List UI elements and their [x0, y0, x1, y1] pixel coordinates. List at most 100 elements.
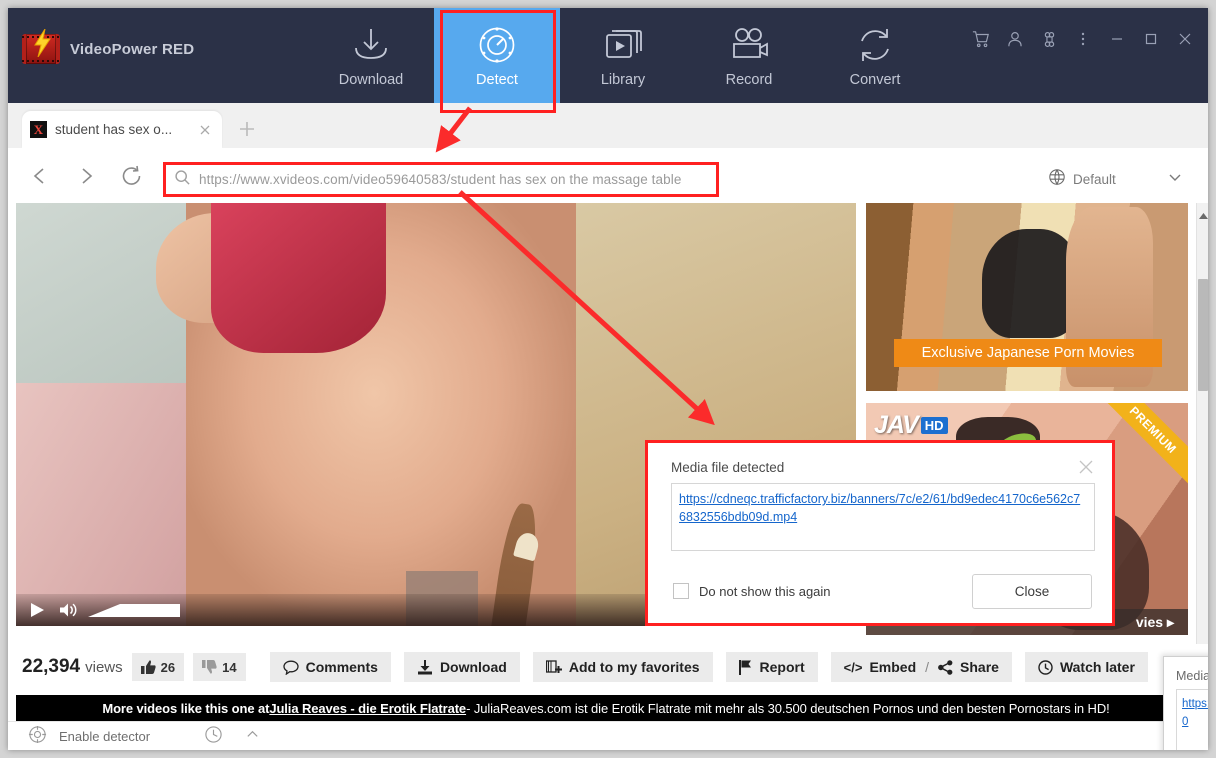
corner-popup-url-box[interactable]: https://c 2ffa0d0 — [1176, 689, 1208, 750]
dislike-count: 14 — [222, 659, 237, 675]
do-not-show-again-row[interactable]: Do not show this again — [673, 583, 831, 599]
volume-slider[interactable] — [88, 603, 180, 617]
dialog-close-icon[interactable] — [1076, 457, 1096, 477]
more-menu-icon[interactable] — [1066, 22, 1100, 56]
address-bar[interactable]: https://www.xvideos.com/video59640583/st… — [163, 162, 719, 197]
app-statusbar: Enable detector — [8, 721, 1208, 750]
close-icon[interactable] — [1168, 22, 1202, 56]
volume-icon[interactable] — [58, 601, 78, 619]
promo-banner-link[interactable]: Julia Reaves - die Erotik Flatrate — [269, 701, 466, 716]
nav-tab-library-label: Library — [600, 71, 646, 88]
library-icon — [601, 24, 645, 66]
like-count: 26 — [160, 659, 176, 675]
nav-tab-download-label: Download — [338, 71, 404, 88]
new-tab-button[interactable] — [236, 118, 258, 140]
page-scrollbar[interactable] — [1196, 203, 1208, 644]
account-icon[interactable] — [998, 22, 1032, 56]
report-button[interactable]: Report — [725, 652, 818, 682]
detect-target-icon — [476, 24, 518, 66]
promo-banner[interactable]: More videos like this one at Julia Reave… — [16, 695, 1196, 721]
reload-icon[interactable] — [116, 160, 148, 192]
video-camera-icon — [727, 24, 771, 66]
forward-icon[interactable] — [70, 160, 102, 192]
tab-favicon-icon: X — [30, 121, 47, 138]
watch-later-button[interactable]: Watch later — [1024, 652, 1148, 682]
like-button[interactable]: 26 — [131, 653, 185, 681]
browser-tabstrip: X student has sex o... — [8, 103, 1208, 148]
media-detected-dialog[interactable]: Media file detected https://cdneqc.traff… — [645, 440, 1115, 626]
nav-tab-detect[interactable]: Detect — [434, 8, 560, 103]
browser-tab[interactable]: X student has sex o... — [22, 111, 222, 148]
share-button-label[interactable]: Share — [960, 659, 999, 675]
address-bar-value: https://www.xvideos.com/video59640583/st… — [199, 172, 682, 187]
view-count-label: views — [85, 658, 123, 676]
app-titlebar: VideoPower RED Download Detect Library R… — [8, 8, 1208, 103]
corner-popup-title: Media fi — [1176, 669, 1208, 683]
javhd-hd-badge: HD — [920, 417, 948, 434]
nav-tab-record-label: Record — [725, 71, 773, 88]
clock-history-icon[interactable] — [204, 725, 223, 749]
embed-share-group[interactable]: </> Embed / Share — [830, 652, 1012, 682]
promo-banner-lead: More videos like this one at — [102, 700, 270, 716]
watch-later-button-label: Watch later — [1059, 659, 1135, 675]
javhd-logo-text: JAV — [874, 411, 919, 439]
thumbs-down-icon — [202, 660, 217, 674]
add-favorites-button-label: Add to my favorites — [568, 659, 700, 675]
nav-tab-download[interactable]: Download — [308, 8, 434, 103]
embed-button-label[interactable]: Embed — [869, 659, 916, 675]
dialog-url-box[interactable]: https://cdneqc.trafficfactory.biz/banner… — [671, 483, 1095, 551]
window-controls — [964, 22, 1202, 56]
corner-media-popup[interactable]: Media fi https://c 2ffa0d0 — [1163, 656, 1208, 750]
share-icon — [938, 659, 953, 675]
nav-tab-library[interactable]: Library — [560, 8, 686, 103]
cart-icon[interactable] — [964, 22, 998, 56]
nav-tab-convert[interactable]: Convert — [812, 8, 938, 103]
download-arrow-icon — [417, 659, 432, 674]
play-icon[interactable] — [28, 601, 46, 619]
dialog-close-button[interactable]: Close — [972, 574, 1092, 609]
thumbs-up-icon — [140, 660, 156, 674]
comment-bubble-icon — [282, 660, 299, 675]
download-button[interactable]: Download — [403, 652, 520, 682]
nav-tab-convert-label: Convert — [849, 71, 901, 88]
scrollbar-thumb[interactable] — [1198, 279, 1208, 391]
add-favorite-icon — [545, 659, 562, 673]
chevron-up-icon[interactable] — [245, 727, 260, 747]
search-engine-selector[interactable]: Default — [1048, 163, 1183, 196]
download-button-label: Download — [439, 659, 507, 675]
comments-button-label: Comments — [305, 659, 378, 675]
nav-tab-detect-label: Detect — [476, 71, 518, 88]
dialog-title: Media file detected — [671, 460, 785, 475]
comments-button[interactable]: Comments — [269, 652, 391, 682]
tab-close-icon[interactable] — [196, 121, 214, 139]
report-button-label: Report — [759, 659, 805, 675]
video-action-bar: 22,394 views 26 14 Comments Download Add… — [8, 644, 1196, 690]
ad-banner-japanese-caption: Exclusive Japanese Porn Movies — [894, 339, 1162, 367]
clock-icon — [1038, 659, 1053, 675]
maximize-icon[interactable] — [1134, 22, 1168, 56]
add-favorites-button[interactable]: Add to my favorites — [532, 652, 713, 682]
flag-icon — [738, 659, 751, 675]
scroll-up-arrow-icon[interactable] — [1199, 207, 1208, 225]
do-not-show-again-checkbox[interactable] — [673, 583, 689, 599]
minimize-icon[interactable] — [1100, 22, 1134, 56]
detector-target-icon[interactable] — [28, 725, 47, 749]
ad-banner-japanese[interactable]: Exclusive Japanese Porn Movies — [866, 203, 1188, 391]
javhd-logo: JAV HD — [874, 411, 948, 440]
convert-refresh-icon — [854, 24, 896, 66]
lightning-bolt-icon — [34, 29, 51, 57]
dislike-button[interactable]: 14 — [193, 653, 246, 681]
nav-tab-record[interactable]: Record — [686, 8, 812, 103]
do-not-show-again-label: Do not show this again — [699, 583, 831, 599]
back-icon[interactable] — [24, 160, 56, 192]
chevron-down-icon[interactable] — [1167, 169, 1183, 190]
app-logo-icon — [22, 29, 60, 64]
dialog-media-url[interactable]: https://cdneqc.trafficfactory.biz/banner… — [679, 492, 1080, 524]
app-brand-name: VideoPower RED — [70, 40, 195, 58]
promo-banner-tail: - JuliaReaves.com ist die Erotik Flatrat… — [466, 700, 1110, 716]
enable-detector-label[interactable]: Enable detector — [59, 729, 150, 744]
view-count: 22,394 — [22, 656, 81, 677]
apps-icon[interactable] — [1032, 22, 1066, 56]
corner-popup-url[interactable]: https://c 2ffa0d0 — [1182, 698, 1208, 728]
app-brand: VideoPower RED — [22, 29, 195, 64]
